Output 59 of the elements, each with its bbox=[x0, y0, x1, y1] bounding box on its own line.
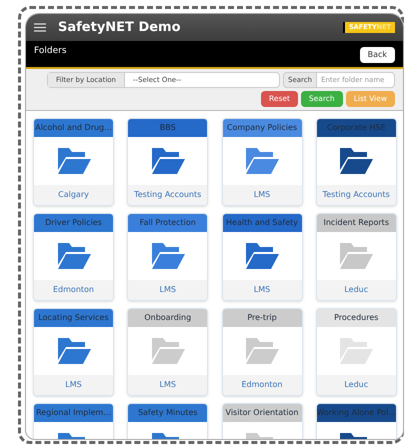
folder-card[interactable]: Safety Minutes bbox=[127, 403, 208, 439]
folder-title: Alcohol and Drug... bbox=[34, 119, 113, 137]
folder-location: LMS bbox=[128, 280, 208, 300]
folder-icon bbox=[338, 241, 374, 271]
folder-card[interactable]: Company Policies LMS bbox=[222, 118, 302, 206]
folder-location: LMS bbox=[222, 185, 302, 205]
folder-location: Edmonton bbox=[222, 375, 302, 395]
folder-location: Testing Accounts bbox=[316, 185, 396, 205]
folder-icon bbox=[150, 336, 186, 366]
folder-icon bbox=[56, 241, 92, 271]
folder-title: Incident Reports bbox=[316, 214, 396, 232]
folder-card[interactable]: Pre-trip Edmonton bbox=[222, 308, 302, 396]
menu-icon[interactable] bbox=[34, 23, 46, 32]
folder-title: Safety Minutes bbox=[128, 404, 208, 422]
folder-title: Fall Protection bbox=[128, 214, 208, 232]
folder-card[interactable]: Health and Safety LMS bbox=[222, 213, 302, 301]
app-title: SafetyNET Demo bbox=[58, 18, 181, 37]
folder-title: Company Policies bbox=[222, 119, 302, 137]
folder-title: BBS bbox=[128, 119, 208, 137]
folder-icon bbox=[56, 336, 92, 366]
folder-icon bbox=[338, 146, 374, 176]
folder-icon bbox=[244, 336, 280, 366]
folder-location: LMS bbox=[222, 280, 302, 300]
folder-card[interactable]: Incident Reports Leduc bbox=[316, 213, 397, 301]
folder-title: Visitor Orientation bbox=[222, 404, 302, 422]
folder-icon bbox=[244, 241, 280, 271]
folder-location: Edmonton bbox=[34, 280, 113, 300]
folder-title: Pre-trip bbox=[222, 309, 302, 327]
folder-card[interactable]: BBS Testing Accounts bbox=[127, 118, 208, 206]
folder-icon bbox=[244, 146, 280, 176]
folder-card[interactable]: Procedures Leduc bbox=[316, 308, 397, 396]
folder-location: Leduc bbox=[316, 280, 396, 300]
folder-icon bbox=[338, 336, 374, 366]
page-title: Folders bbox=[34, 45, 67, 58]
folder-title: Health and Safety bbox=[222, 214, 302, 232]
folder-location: Leduc bbox=[316, 375, 396, 395]
folder-title: Locating Services bbox=[34, 309, 113, 327]
folder-location: LMS bbox=[128, 375, 208, 395]
folder-title: Driver Policies bbox=[34, 214, 113, 232]
folder-card[interactable]: Corporate HSE Testing Accounts bbox=[316, 118, 397, 206]
folder-card[interactable]: Onboarding LMS bbox=[127, 308, 208, 396]
folder-card[interactable]: Fall Protection LMS bbox=[127, 213, 208, 301]
folder-location: LMS bbox=[34, 375, 113, 395]
folder-card[interactable]: Visitor Orientation bbox=[222, 403, 302, 439]
folder-card[interactable]: Driver Policies Edmonton bbox=[33, 213, 114, 301]
folder-location: Testing Accounts bbox=[128, 185, 208, 205]
folder-title: Working Alone Pol... bbox=[316, 404, 396, 422]
folder-location: Calgary bbox=[34, 185, 113, 205]
folder-title: Onboarding bbox=[128, 309, 208, 327]
folder-icon bbox=[56, 146, 92, 176]
folder-title: Corporate HSE bbox=[316, 119, 396, 137]
back-button[interactable]: Back bbox=[360, 47, 395, 63]
folder-icon bbox=[150, 241, 186, 271]
folder-title: Regional Implem... bbox=[34, 404, 113, 422]
folder-card[interactable]: Locating Services LMS bbox=[33, 308, 114, 396]
folder-card[interactable]: Regional Implem... bbox=[33, 403, 114, 439]
folder-icon bbox=[150, 146, 186, 176]
folder-card[interactable]: Alcohol and Drug... Calgary bbox=[33, 118, 114, 206]
folder-title: Procedures bbox=[316, 309, 396, 327]
